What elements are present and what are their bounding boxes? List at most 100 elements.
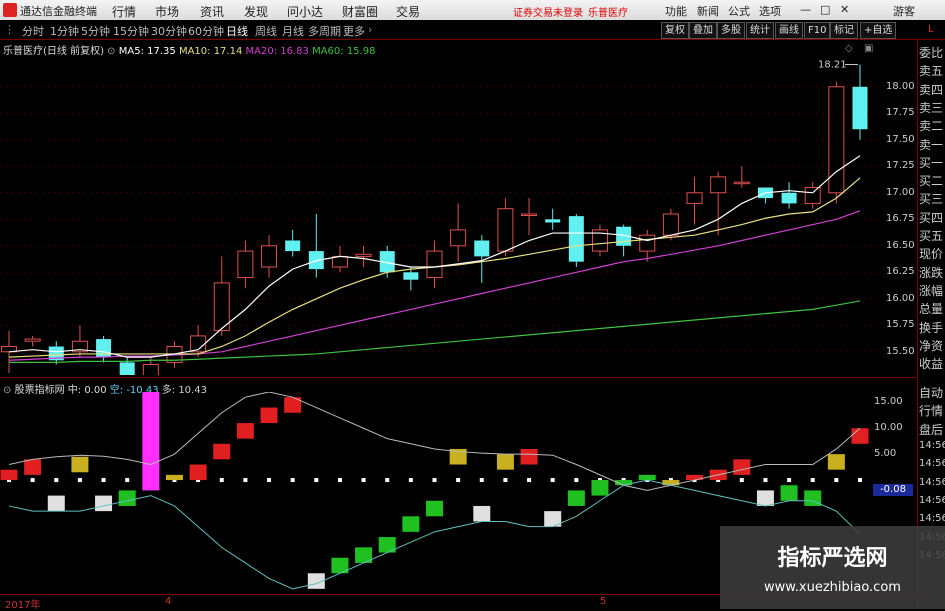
period-day[interactable]: 日线: [226, 23, 248, 39]
period-30min[interactable]: 30分钟: [151, 23, 187, 39]
indicator-bar[interactable]: [95, 495, 113, 512]
side-panel-item[interactable]: 买三: [919, 190, 943, 207]
candle[interactable]: [852, 64, 868, 140]
indicator-bar[interactable]: [260, 407, 278, 424]
side-panel-item[interactable]: 盘后: [919, 421, 943, 438]
indicator-bar[interactable]: [118, 490, 136, 506]
candle[interactable]: [331, 245, 348, 273]
indicator-bar[interactable]: [520, 448, 538, 465]
menu-shichang[interactable]: 市场: [155, 3, 179, 20]
candle[interactable]: [403, 267, 419, 291]
user-label[interactable]: 游客: [893, 3, 915, 19]
indicator-bar[interactable]: [473, 505, 491, 522]
menu-wenxiaoda[interactable]: 问小达: [287, 3, 323, 20]
diamond-icon[interactable]: ◇: [845, 43, 853, 54]
duogu-button[interactable]: 多股: [717, 22, 745, 39]
menu-xinwen[interactable]: 新闻: [697, 3, 719, 19]
side-panel-item[interactable]: 总量: [919, 300, 943, 317]
indicator-bar[interactable]: [567, 490, 585, 506]
window-close-icon[interactable]: ✕: [840, 3, 849, 16]
menu-caifuquan[interactable]: 财富圈: [342, 3, 378, 20]
diejia-button[interactable]: 叠加: [689, 22, 717, 39]
menu-jiaoyi[interactable]: 交易: [396, 3, 420, 20]
candlestick-chart[interactable]: 18.21←15.12: [0, 55, 880, 375]
side-panel-item[interactable]: 换手: [919, 319, 943, 336]
side-panel-item[interactable]: 卖二: [919, 117, 943, 134]
indicator-bar[interactable]: [780, 485, 798, 501]
indicator-bar[interactable]: [24, 459, 42, 475]
side-panel-item[interactable]: 自动: [919, 384, 943, 401]
candle[interactable]: [355, 245, 372, 267]
indicator-bar[interactable]: [638, 474, 656, 481]
add-favorite-button[interactable]: +自选: [860, 22, 897, 39]
indicator-bar[interactable]: [496, 454, 514, 470]
biaoji-button[interactable]: 标记: [830, 22, 858, 39]
candle[interactable]: [71, 325, 88, 358]
more-arrow-icon[interactable]: ›: [368, 23, 372, 36]
candle[interactable]: [828, 81, 845, 204]
window-minimize-icon[interactable]: —: [800, 3, 811, 16]
restore-icon[interactable]: ▣: [864, 43, 873, 54]
candle[interactable]: [804, 182, 821, 209]
candle[interactable]: [568, 214, 584, 267]
indicator-bar[interactable]: [426, 500, 443, 517]
indicator-bar[interactable]: [851, 428, 869, 444]
side-panel-item[interactable]: 现价: [919, 245, 943, 262]
period-15min[interactable]: 15分钟: [113, 23, 149, 39]
indicator-bar[interactable]: [142, 392, 160, 491]
candle[interactable]: [426, 240, 443, 289]
side-panel-item[interactable]: 卖五: [919, 62, 943, 79]
menu-zixun[interactable]: 资讯: [200, 3, 224, 20]
candle[interactable]: [497, 198, 514, 257]
f10-button[interactable]: F10: [804, 22, 831, 39]
indicator-bar[interactable]: [686, 474, 704, 481]
indicator-bar[interactable]: [213, 443, 231, 460]
period-multi[interactable]: 多周期: [308, 23, 341, 39]
period-week[interactable]: 周线: [255, 23, 277, 39]
indicator-bar[interactable]: [0, 469, 18, 481]
login-alert[interactable]: 证券交易未登录: [513, 4, 583, 19]
candle[interactable]: [591, 224, 608, 257]
indicator-bar[interactable]: [71, 456, 89, 473]
period-60min[interactable]: 60分钟: [188, 23, 224, 39]
candle[interactable]: [285, 229, 301, 257]
side-panel-item[interactable]: 卖三: [919, 99, 943, 116]
candle[interactable]: [781, 182, 797, 209]
menu-gongshi[interactable]: 公式: [728, 3, 750, 19]
huaxian-button[interactable]: 画线: [775, 22, 803, 39]
indicator-bar[interactable]: [47, 495, 65, 512]
indicator-bar[interactable]: [733, 459, 751, 475]
menu-hangqing[interactable]: 行情: [112, 3, 136, 20]
candle[interactable]: [261, 235, 278, 278]
side-panel-item[interactable]: 买一: [919, 154, 943, 171]
side-panel-item[interactable]: 买五: [919, 227, 943, 244]
indicator-bar[interactable]: [591, 480, 609, 496]
side-panel-item[interactable]: 卖一: [919, 136, 943, 153]
candle[interactable]: [450, 203, 467, 262]
candle[interactable]: [48, 341, 64, 365]
indicator-bar[interactable]: [827, 454, 845, 470]
window-maximize-icon[interactable]: □: [820, 3, 830, 16]
candle[interactable]: [733, 166, 750, 188]
indicator-bar[interactable]: [189, 464, 207, 481]
candle[interactable]: [24, 335, 41, 347]
candle[interactable]: [686, 176, 703, 225]
candle[interactable]: [119, 357, 135, 375]
fuquan-button[interactable]: 复权: [661, 22, 689, 39]
side-panel-item[interactable]: 收益: [919, 355, 943, 372]
candle[interactable]: [96, 335, 112, 363]
side-panel-item[interactable]: 买四: [919, 209, 943, 226]
period-more[interactable]: 更多: [343, 23, 365, 39]
indicator-bar[interactable]: [756, 490, 774, 506]
indicator-bar[interactable]: [662, 480, 680, 486]
side-panel-item[interactable]: 涨幅: [919, 282, 943, 299]
period-month[interactable]: 月线: [282, 23, 304, 39]
side-panel-item[interactable]: 涨跌: [919, 264, 943, 281]
candle[interactable]: [710, 171, 727, 236]
side-panel-item[interactable]: 卖四: [919, 81, 943, 98]
menu-faxian[interactable]: 发现: [244, 3, 268, 20]
side-panel-item[interactable]: 委比: [919, 44, 943, 61]
side-panel-item[interactable]: 净资: [919, 337, 943, 354]
tongji-button[interactable]: 统计: [746, 22, 774, 39]
period-5min[interactable]: 5分钟: [81, 23, 110, 39]
